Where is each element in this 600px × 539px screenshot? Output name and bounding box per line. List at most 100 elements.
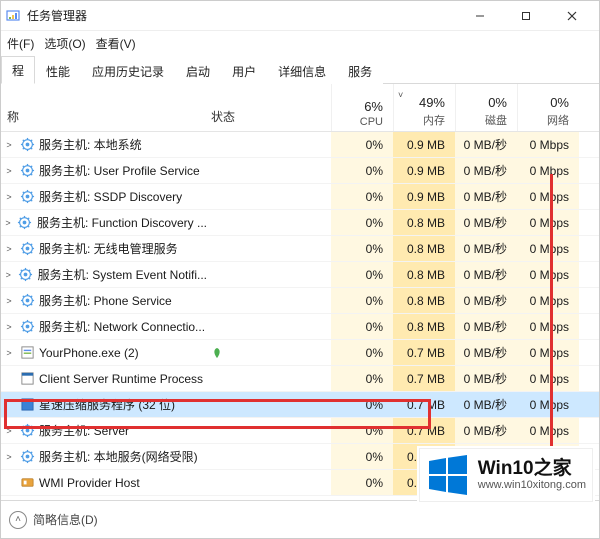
cell-disk: 0 MB/秒 [455, 340, 517, 365]
menu-file[interactable]: 件(F) [3, 33, 38, 54]
close-button[interactable] [549, 1, 595, 31]
cell-disk: 0 MB/秒 [455, 392, 517, 417]
process-name: Client Server Runtime Process [39, 372, 203, 386]
process-name: 服务主机: 本地服务(网络受限) [39, 448, 198, 465]
table-row[interactable]: 星速压缩服务程序 (32 位)0%0.7 MB0 MB/秒0 Mbps [1, 392, 599, 418]
cell-name: > 服务主机: User Profile Service [1, 162, 207, 179]
cpu-pct: 6% [364, 99, 383, 114]
table-row[interactable]: >服务主机: 无线电管理服务0%0.8 MB0 MB/秒0 Mbps [1, 236, 599, 262]
menu-view[interactable]: 查看(V) [92, 33, 140, 54]
expander-icon[interactable]: > [3, 322, 15, 332]
cell-cpu: 0% [331, 314, 393, 339]
fewer-details-icon[interactable]: ˄ [9, 511, 27, 529]
cell-mem: 0.8 MB [393, 236, 455, 261]
col-status-header[interactable]: 状态 [207, 84, 331, 131]
net-label: 网络 [547, 112, 569, 128]
cell-net: 0 Mbps [517, 366, 579, 391]
expander-icon[interactable]: > [3, 348, 15, 358]
table-row[interactable]: >YourPhone.exe (2)0%0.7 MB0 MB/秒0 Mbps [1, 340, 599, 366]
tab-app-history[interactable]: 应用历史记录 [81, 57, 175, 84]
cell-disk: 0 MB/秒 [455, 132, 517, 157]
cell-mem: 0.8 MB [393, 262, 455, 287]
tab-services[interactable]: 服务 [337, 57, 383, 84]
table-row[interactable]: >服务主机: Phone Service0%0.8 MB0 MB/秒0 Mbps [1, 288, 599, 314]
cell-mem: 0.7 MB [393, 418, 455, 443]
gear-icon [19, 319, 35, 335]
col-name-header[interactable]: 称 [1, 84, 207, 131]
table-row[interactable]: >服务主机: System Event Notifi...0%0.8 MB0 M… [1, 262, 599, 288]
cell-cpu: 0% [331, 444, 393, 469]
table-row[interactable]: >服务主机: 本地系统0%0.9 MB0 MB/秒0 Mbps [1, 132, 599, 158]
col-mem-header[interactable]: ˅ 49% 内存 [393, 84, 455, 131]
app2-icon [19, 371, 35, 387]
cell-name: > YourPhone.exe (2) [1, 345, 207, 361]
table-row[interactable]: >服务主机: Function Discovery ...0%0.8 MB0 M… [1, 210, 599, 236]
wmi-icon [19, 475, 35, 491]
table-row[interactable]: >服务主机: Network Connectio...0%0.8 MB0 MB/… [1, 314, 599, 340]
process-name: 服务主机: SSDP Discovery [39, 188, 182, 205]
expander-icon[interactable]: > [3, 218, 13, 228]
tab-performance[interactable]: 性能 [35, 57, 81, 84]
maximize-button[interactable] [503, 1, 549, 31]
leaf-icon [211, 347, 223, 359]
cell-net: 0 Mbps [517, 158, 579, 183]
cell-disk: 0 MB/秒 [455, 418, 517, 443]
cell-mem: 0.9 MB [393, 158, 455, 183]
cell-disk: 0 MB/秒 [455, 184, 517, 209]
expander-icon[interactable]: > [3, 270, 14, 280]
expander-icon[interactable]: > [3, 140, 15, 150]
tab-details[interactable]: 详细信息 [267, 57, 337, 84]
cell-name: > 服务主机: SSDP Discovery [1, 188, 207, 205]
cell-name: >服务主机: Server [1, 422, 207, 439]
table-row[interactable]: >服务主机: Server0%0.7 MB0 MB/秒0 Mbps [1, 418, 599, 444]
cell-name: >服务主机: Phone Service [1, 292, 207, 309]
cell-cpu: 0% [331, 210, 393, 235]
gear-icon [19, 137, 35, 153]
cell-cpu: 0% [331, 392, 393, 417]
cell-disk: 0 MB/秒 [455, 158, 517, 183]
expander-icon[interactable]: > [3, 452, 15, 462]
watermark-text: Win10之家 www.win10xitong.com [478, 459, 586, 492]
process-name: 服务主机: User Profile Service [39, 162, 200, 179]
cell-disk: 0 MB/秒 [455, 288, 517, 313]
tab-users[interactable]: 用户 [221, 57, 267, 84]
cell-net: 0 Mbps [517, 392, 579, 417]
cell-net: 0 Mbps [517, 184, 579, 209]
col-cpu-header[interactable]: 6% CPU [331, 84, 393, 131]
net-pct: 0% [550, 95, 569, 110]
cell-cpu: 0% [331, 184, 393, 209]
menubar: 件(F) 选项(O) 查看(V) [1, 31, 599, 58]
process-name: 星速压缩服务程序 (32 位) [39, 396, 175, 413]
tab-startup[interactable]: 启动 [175, 57, 221, 84]
watermark-title: Win10之家 [478, 459, 586, 480]
cell-net: 0 Mbps [517, 288, 579, 313]
app-icon [19, 345, 35, 361]
process-name: YourPhone.exe (2) [39, 346, 139, 360]
expander-icon[interactable]: > [3, 426, 15, 436]
expander-icon[interactable]: > [3, 192, 15, 202]
table-row[interactable]: >服务主机: SSDP Discovery0%0.9 MB0 MB/秒0 Mbp… [1, 184, 599, 210]
expander-icon[interactable]: > [3, 244, 15, 254]
process-table: 称 状态 6% CPU ˅ 49% 内存 0% 磁盘 0% 网络 >服务主机: … [1, 84, 599, 504]
expander-icon[interactable]: > [3, 166, 15, 176]
minimize-button[interactable] [457, 1, 503, 31]
app-icon [5, 8, 21, 24]
process-name: 服务主机: 无线电管理服务 [39, 240, 178, 257]
table-row[interactable]: Client Server Runtime Process0%0.7 MB0 M… [1, 366, 599, 392]
expander-icon[interactable]: > [3, 296, 15, 306]
fewer-details-button[interactable]: 简略信息(D) [33, 511, 98, 528]
table-row[interactable]: >服务主机: User Profile Service0%0.9 MB0 MB/… [1, 158, 599, 184]
windows-logo-icon [426, 453, 470, 497]
watermark: Win10之家 www.win10xitong.com [419, 448, 593, 502]
tabs: 程 性能 应用历史记录 启动 用户 详细信息 服务 [1, 58, 599, 84]
menu-options[interactable]: 选项(O) [40, 33, 89, 54]
col-net-header[interactable]: 0% 网络 [517, 84, 579, 131]
col-disk-header[interactable]: 0% 磁盘 [455, 84, 517, 131]
tab-processes[interactable]: 程 [1, 56, 35, 84]
gear-icon [19, 449, 35, 465]
process-name: 服务主机: System Event Notifi... [38, 266, 207, 283]
sort-caret-icon: ˅ [398, 90, 403, 100]
cell-net: 0 Mbps [517, 262, 579, 287]
cell-name: > 服务主机: 无线电管理服务 [1, 240, 207, 257]
cell-cpu: 0% [331, 288, 393, 313]
